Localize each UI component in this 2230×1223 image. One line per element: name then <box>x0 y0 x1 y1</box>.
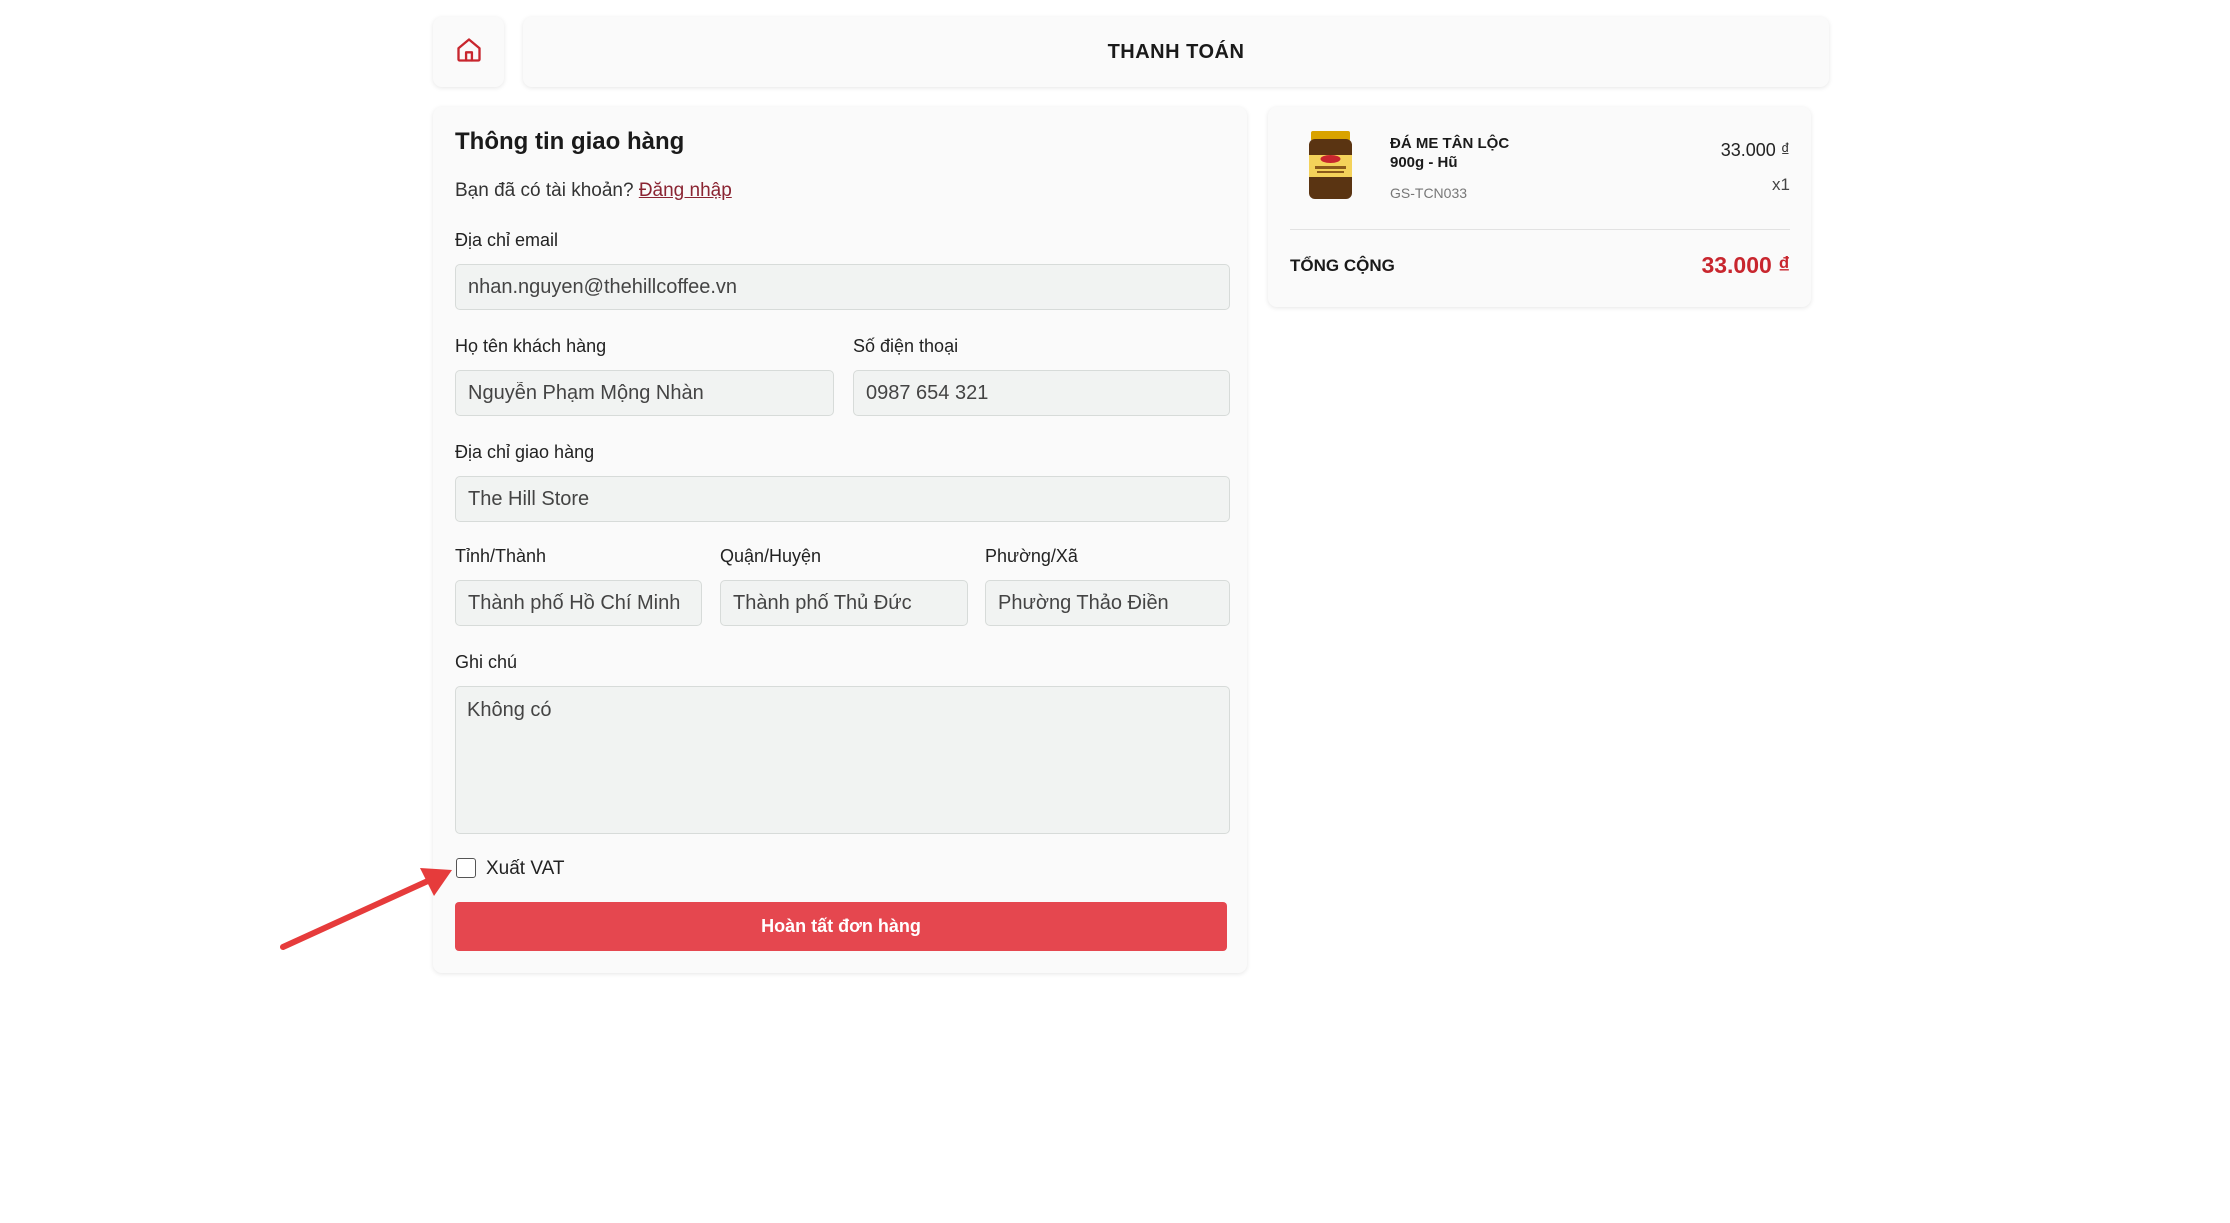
address-label: Địa chỉ giao hàng <box>455 442 595 462</box>
note-textarea[interactable]: Không có <box>455 686 1230 834</box>
product-quantity: x1 <box>1772 175 1790 194</box>
summary-divider <box>1290 229 1790 230</box>
complete-order-button[interactable]: Hoàn tất đơn hàng <box>455 902 1227 951</box>
email-label: Địa chỉ email <box>455 230 559 250</box>
province-label: Tỉnh/Thành <box>455 546 547 566</box>
full-name-field[interactable] <box>455 370 834 416</box>
district-field[interactable] <box>720 580 968 626</box>
district-label: Quận/Huyện <box>720 546 822 566</box>
phone-field[interactable] <box>853 370 1230 416</box>
email-field[interactable] <box>455 264 1230 310</box>
page-header: THANH TOÁN <box>523 17 1829 87</box>
full-name-label: Họ tên khách hàng <box>455 336 607 356</box>
checkout-page: THANH TOÁN Thông tin giao hàng Bạn đã có… <box>0 0 2230 1223</box>
ward-label: Phường/Xã <box>985 546 1078 566</box>
home-icon <box>455 36 483 69</box>
product-sku: GS-TCN033 <box>1390 185 1468 201</box>
address-field[interactable] <box>455 476 1230 522</box>
phone-label: Số điện thoại <box>853 336 959 356</box>
vat-checkbox[interactable] <box>456 858 476 878</box>
product-name: ĐÁ ME TÂN LỘC 900g - Hũ <box>1390 135 1510 171</box>
login-prompt: Bạn đã có tài khoản? Đăng nhập <box>455 180 732 202</box>
product-price: 33.000 ₫ <box>1720 140 1790 160</box>
vat-label: Xuất VAT <box>486 858 565 879</box>
product-jar-image <box>1303 129 1358 204</box>
section-title: Thông tin giao hàng <box>455 128 685 155</box>
total-label: TỔNG CỘNG <box>1290 256 1395 275</box>
ward-field[interactable] <box>985 580 1230 626</box>
login-link[interactable]: Đăng nhập <box>639 180 732 201</box>
home-button[interactable] <box>433 17 504 87</box>
total-value: 33.000 ₫ <box>1701 252 1790 278</box>
login-prompt-text: Bạn đã có tài khoản? <box>455 180 634 201</box>
page-title: THANH TOÁN <box>1107 40 1245 63</box>
province-field[interactable] <box>455 580 702 626</box>
note-label: Ghi chú <box>455 652 518 672</box>
